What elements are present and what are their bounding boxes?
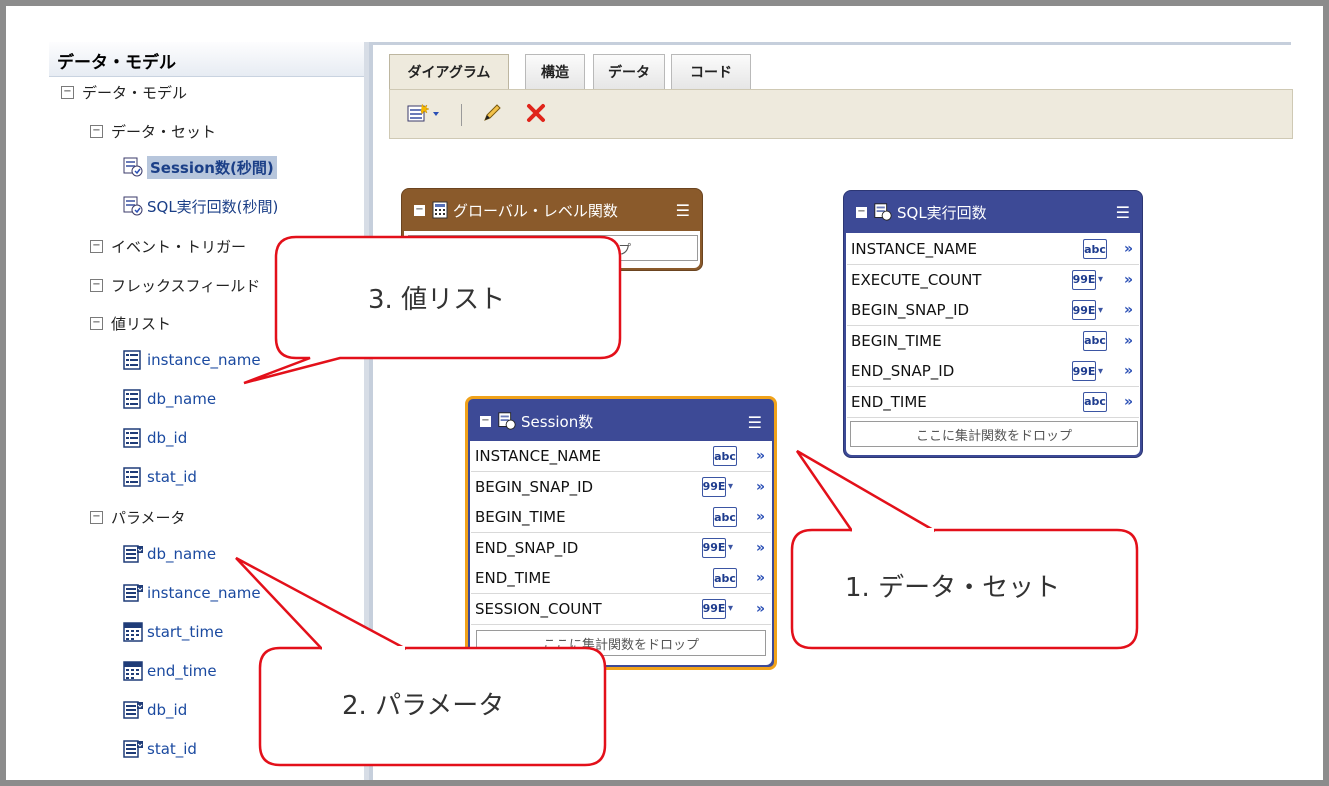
callout-dataset-pointer-mask [852, 528, 934, 533]
callout-params-pointer-mask [322, 646, 405, 651]
callout-params-pointer [235, 556, 407, 651]
callout-layer [235, 235, 1139, 767]
callout-dataset-pointer [795, 449, 936, 533]
callout-params-text: 2. パラメータ [342, 691, 505, 721]
callout-dataset-text: 1. データ・セット [845, 573, 1061, 603]
callout-lov-text: 3. 値リスト [368, 285, 506, 315]
